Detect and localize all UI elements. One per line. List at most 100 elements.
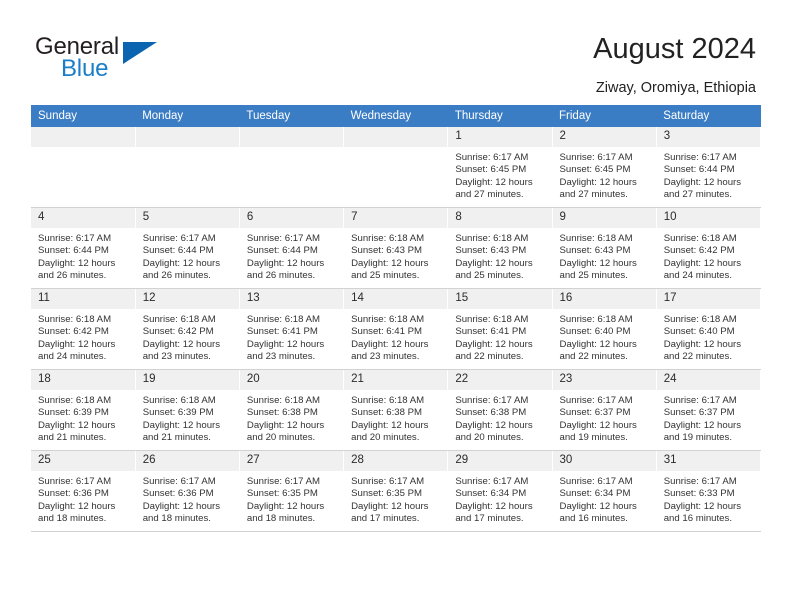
calendar-day-cell[interactable]: 28 Sunrise: 6:17 AM Sunset: 6:35 PM Dayligh…	[343, 450, 448, 532]
calendar-body: 1 Sunrise: 6:17 AM Sunset: 6:45 PM Daylight…	[31, 127, 761, 532]
weekday-header-friday: Friday	[552, 105, 657, 127]
daylight-text-line2: and 18 minutes.	[142, 513, 211, 525]
sunset-text: Sunset: 6:37 PM	[663, 407, 735, 419]
calendar-day-cell[interactable]: 20 Sunrise: 6:18 AM Sunset: 6:38 PM Dayligh…	[239, 369, 344, 451]
day-number: 19	[135, 370, 239, 390]
calendar-week-row: 18 Sunrise: 6:18 AM Sunset: 6:39 PM Dayligh…	[31, 369, 761, 451]
calendar-day-cell[interactable]: 19 Sunrise: 6:18 AM Sunset: 6:39 PM Dayligh…	[135, 369, 240, 451]
sunset-text: Sunset: 6:44 PM	[663, 164, 735, 176]
daylight-text-line2: and 20 minutes.	[455, 432, 524, 444]
sunrise-text: Sunrise: 6:18 AM	[38, 314, 112, 325]
calendar-day-cell[interactable]: 1 Sunrise: 6:17 AM Sunset: 6:45 PM Daylight…	[447, 127, 553, 208]
day-number: 4	[31, 208, 135, 228]
calendar-day-cell[interactable]: 21 Sunrise: 6:18 AM Sunset: 6:38 PM Dayligh…	[343, 369, 448, 451]
calendar-day-cell[interactable]: 27 Sunrise: 6:17 AM Sunset: 6:35 PM Dayligh…	[239, 450, 344, 532]
day-number: 21	[344, 370, 448, 390]
sunrise-text: Sunrise: 6:17 AM	[559, 152, 633, 163]
sunset-text: Sunset: 6:39 PM	[142, 407, 214, 419]
calendar-day-cell[interactable]: 18 Sunrise: 6:18 AM Sunset: 6:39 PM Dayligh…	[31, 369, 136, 451]
sunset-text: Sunset: 6:38 PM	[351, 407, 423, 419]
daylight-text-line1: Daylight: 12 hours	[559, 176, 637, 188]
daylight-text-line1: Daylight: 12 hours	[559, 500, 637, 512]
calendar-day-cell[interactable]: 11 Sunrise: 6:18 AM Sunset: 6:42 PM Dayligh…	[31, 288, 136, 370]
calendar-day-cell[interactable]: 6 Sunrise: 6:17 AM Sunset: 6:44 PM Daylight…	[239, 207, 344, 289]
calendar-day-cell[interactable]: 13 Sunrise: 6:18 AM Sunset: 6:41 PM Dayligh…	[239, 288, 344, 370]
weekday-header-monday: Monday	[135, 105, 240, 127]
day-number: 15	[448, 289, 552, 309]
daylight-text-line1: Daylight: 12 hours	[663, 257, 742, 269]
weekday-header-sunday: Sunday	[31, 105, 136, 127]
daylight-text-line1: Daylight: 12 hours	[246, 419, 325, 431]
day-sun-info: Sunrise: 6:17 AM Sunset: 6:36 PM Daylight:…	[31, 471, 135, 526]
calendar-day-cell[interactable]: 26 Sunrise: 6:17 AM Sunset: 6:36 PM Dayligh…	[135, 450, 240, 532]
daylight-text-line1: Daylight: 12 hours	[246, 500, 325, 512]
daylight-text-line2: and 20 minutes.	[246, 432, 316, 444]
day-sun-info: Sunrise: 6:17 AM Sunset: 6:34 PM Daylight:…	[553, 471, 656, 526]
calendar-day-cell[interactable]: 24 Sunrise: 6:17 AM Sunset: 6:37 PM Dayligh…	[656, 369, 761, 451]
sunrise-text: Sunrise: 6:17 AM	[246, 476, 320, 487]
daylight-text-line1: Daylight: 12 hours	[246, 338, 325, 350]
calendar-day-cell[interactable]: 17 Sunrise: 6:18 AM Sunset: 6:40 PM Dayligh…	[656, 288, 761, 370]
sunrise-text: Sunrise: 6:17 AM	[142, 476, 216, 487]
general-blue-logo[interactable]: General Blue	[35, 33, 215, 83]
sunset-text: Sunset: 6:44 PM	[142, 245, 214, 257]
calendar-day-cell[interactable]: 2 Sunrise: 6:17 AM Sunset: 6:45 PM Daylight…	[552, 127, 657, 208]
sunrise-text: Sunrise: 6:17 AM	[559, 476, 633, 487]
day-number: 31	[656, 451, 760, 471]
sunset-text: Sunset: 6:36 PM	[38, 488, 109, 500]
calendar-day-cell[interactable]: 7 Sunrise: 6:18 AM Sunset: 6:43 PM Daylight…	[343, 207, 448, 289]
calendar-day-cell[interactable]: 5 Sunrise: 6:17 AM Sunset: 6:44 PM Daylight…	[135, 207, 240, 289]
calendar-day-cell[interactable]: 3 Sunrise: 6:17 AM Sunset: 6:44 PM Daylight…	[656, 127, 761, 208]
sunrise-text: Sunrise: 6:18 AM	[455, 314, 529, 325]
weekday-header-saturday: Saturday	[656, 105, 761, 127]
calendar-day-cell[interactable]: 31 Sunrise: 6:17 AM Sunset: 6:33 PM Dayligh…	[656, 450, 761, 532]
sunset-text: Sunset: 6:44 PM	[246, 245, 318, 257]
location-subtitle: Ziway, Oromiya, Ethiopia	[595, 80, 756, 96]
daylight-text-line2: and 26 minutes.	[246, 270, 316, 282]
daylight-text-line2: and 21 minutes.	[38, 432, 107, 444]
sunset-text: Sunset: 6:34 PM	[455, 488, 527, 500]
weekday-header-wednesday: Wednesday	[343, 105, 448, 127]
calendar-day-cell[interactable]: 23 Sunrise: 6:17 AM Sunset: 6:37 PM Dayligh…	[552, 369, 657, 451]
calendar-day-cell[interactable]: 4 Sunrise: 6:17 AM Sunset: 6:44 PM Daylight…	[31, 207, 136, 289]
day-sun-info: Sunrise: 6:18 AM Sunset: 6:43 PM Daylight:…	[448, 228, 551, 283]
day-sun-info: Sunrise: 6:18 AM Sunset: 6:39 PM Daylight:…	[136, 390, 239, 445]
calendar-day-cell[interactable]: 9 Sunrise: 6:18 AM Sunset: 6:43 PM Daylight…	[552, 207, 657, 289]
sunrise-text: Sunrise: 6:18 AM	[455, 233, 529, 244]
day-number: 10	[656, 208, 760, 228]
sunrise-text: Sunrise: 6:18 AM	[246, 314, 320, 325]
calendar-day-cell[interactable]: 29 Sunrise: 6:17 AM Sunset: 6:34 PM Dayligh…	[447, 450, 553, 532]
day-sun-info: Sunrise: 6:18 AM Sunset: 6:38 PM Daylight:…	[344, 390, 447, 445]
day-number: 6	[239, 208, 344, 228]
daylight-text-line1: Daylight: 12 hours	[663, 176, 742, 188]
sunset-text: Sunset: 6:35 PM	[351, 488, 423, 500]
calendar-day-cell[interactable]: 8 Sunrise: 6:18 AM Sunset: 6:43 PM Daylight…	[447, 207, 553, 289]
calendar-day-cell[interactable]: 10 Sunrise: 6:18 AM Sunset: 6:42 PM Dayligh…	[656, 207, 761, 289]
daylight-text-line2: and 26 minutes.	[38, 270, 107, 282]
calendar-day-cell[interactable]: 22 Sunrise: 6:17 AM Sunset: 6:38 PM Dayligh…	[447, 369, 553, 451]
day-number: 12	[135, 289, 239, 309]
calendar-day-cell[interactable]: 30 Sunrise: 6:17 AM Sunset: 6:34 PM Dayligh…	[552, 450, 657, 532]
daylight-text-line2: and 23 minutes.	[142, 351, 211, 363]
calendar-day-cell[interactable]: 16 Sunrise: 6:18 AM Sunset: 6:40 PM Dayligh…	[552, 288, 657, 370]
day-sun-info: Sunrise: 6:18 AM Sunset: 6:41 PM Daylight:…	[344, 309, 447, 364]
day-sun-info: Sunrise: 6:17 AM Sunset: 6:37 PM Daylight:…	[553, 390, 656, 445]
day-number: 17	[656, 289, 760, 309]
calendar-day-cell[interactable]: 15 Sunrise: 6:18 AM Sunset: 6:41 PM Dayligh…	[447, 288, 553, 370]
calendar-day-cell[interactable]: 14 Sunrise: 6:18 AM Sunset: 6:41 PM Dayligh…	[343, 288, 448, 370]
calendar-day-cell[interactable]: 12 Sunrise: 6:18 AM Sunset: 6:42 PM Dayligh…	[135, 288, 240, 370]
sunrise-text: Sunrise: 6:18 AM	[351, 233, 425, 244]
daylight-text-line2: and 19 minutes.	[559, 432, 628, 444]
day-sun-info: Sunrise: 6:18 AM Sunset: 6:40 PM Daylight:…	[657, 309, 760, 364]
daylight-text-line2: and 24 minutes.	[663, 270, 732, 282]
day-sun-info: Sunrise: 6:17 AM Sunset: 6:33 PM Daylight:…	[657, 471, 760, 526]
calendar-day-cell[interactable]: 25 Sunrise: 6:17 AM Sunset: 6:36 PM Dayligh…	[31, 450, 136, 532]
daylight-text-line1: Daylight: 12 hours	[142, 257, 221, 269]
daylight-text-line1: Daylight: 12 hours	[455, 338, 533, 350]
day-number: 13	[239, 289, 344, 309]
sunrise-text: Sunrise: 6:18 AM	[559, 233, 633, 244]
daylight-text-line2: and 17 minutes.	[351, 513, 420, 525]
day-number: 1	[448, 127, 552, 147]
day-number: 14	[344, 289, 448, 309]
sunset-text: Sunset: 6:44 PM	[38, 245, 109, 257]
